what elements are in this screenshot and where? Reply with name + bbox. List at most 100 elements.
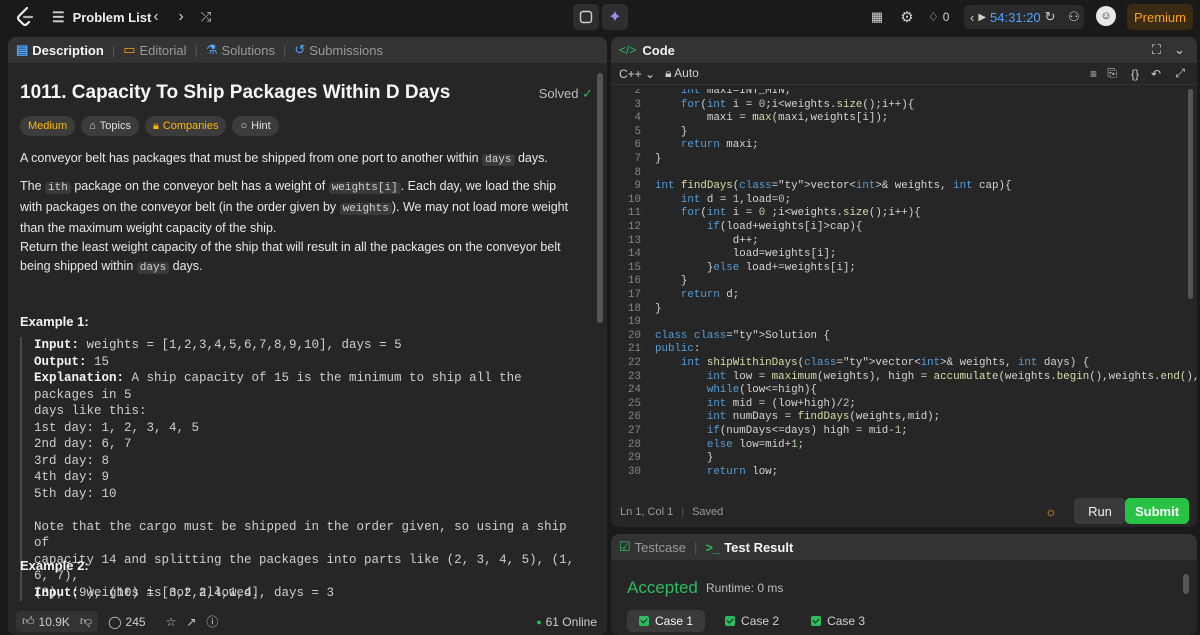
example-1-box: Input: weights = [1,2,3,4,5,6,7,8,9,10],… [20,337,580,601]
lock-icon: 🔒︎ [152,119,159,132]
code-panel: </> Code ⛶ ⌄ C++ ⌄ 🔒︎ Auto ≡ ⎘ {} ↶ ⤢ 2 … [611,37,1197,527]
case-tabs: Case 1 Case 2 Case 3 [627,610,877,632]
settings-gear-icon[interactable]: ⚙ [896,6,918,28]
line-number: 9 [634,180,641,193]
premium-button[interactable]: Premium [1127,4,1193,30]
line-text: int findDays(class="ty">vector<int>& wei… [655,180,1012,193]
online-label: 61 Online [545,614,597,629]
line-number: 25 [628,397,641,410]
problem-list-button[interactable]: ☰ Problem List [52,8,151,26]
problem-title[interactable]: 1011. Capacity To Ship Packages Within D… [20,82,450,104]
line-number: 15 [628,261,641,274]
case-label: Case 3 [827,614,866,628]
thumbs-down-icon[interactable]: 👎︎ [80,614,92,629]
next-problem-icon[interactable]: › [170,6,192,28]
fullscreen-icon[interactable]: ⛶ [1152,42,1161,58]
tab-submissions[interactable]: ↺ Submissions [294,42,383,58]
case-1-tab[interactable]: Case 1 [627,610,706,632]
reset-icon[interactable]: ↻ [1045,9,1056,25]
autocomplete-toggle[interactable]: 🔒︎ Auto [665,66,699,81]
line-text: while(low<=high){ [706,384,818,397]
companies-chip[interactable]: 🔒︎ Companies [144,116,227,136]
like-count: 10.9K [38,614,70,629]
tab-editorial[interactable]: ▭ Editorial [123,42,186,58]
line-number: 5 [634,125,641,138]
line-number: 4 [634,112,641,125]
desc-text: The [20,179,42,193]
hint-chip[interactable]: ○ Hint [232,116,279,136]
add-friend-icon[interactable]: ⚇ [1063,6,1085,28]
code-header: </> Code ⛶ ⌄ [611,37,1197,63]
submit-button[interactable]: Submit [1125,498,1189,524]
description-panel: ▤ Description | ▭ Editorial | ⚗ Solution… [8,37,607,635]
input-label: Input: [34,586,80,600]
line-number: 18 [628,302,641,315]
line-text: if(load+weights[i]>cap){ [706,221,863,233]
expand-icon[interactable]: ⤢ [1175,66,1185,81]
difficulty-chip[interactable]: Medium [20,116,76,136]
code-editor[interactable]: 2 int maxi=INT_MIN; 3 for(int i = 0;i<wei… [611,89,1197,497]
line-number: 20 [628,329,641,342]
case-3-tab[interactable]: Case 3 [799,610,877,632]
debug-icon[interactable]: ☼ [1045,504,1057,519]
tab-test-result-label: Test Result [724,539,794,555]
tab-test-result[interactable]: >_ Test Result [705,540,793,555]
run-button[interactable]: Run [1074,498,1126,524]
tab-testcase[interactable]: ☑ Testcase [619,539,686,555]
line-text: } [655,153,662,165]
line-text: } [655,125,688,138]
code-scrollbar[interactable] [1188,89,1193,299]
topics-chip[interactable]: ⌂ Topics [81,116,139,136]
leetcode-logo-icon[interactable] [14,7,36,27]
line-text: public: [655,343,701,356]
desc-text: A conveyor belt has packages that must b… [20,151,479,165]
braces-icon[interactable]: {} [1131,67,1139,81]
bookmark-icon[interactable]: ⎘ [1107,66,1117,81]
line-number: 2 [634,89,641,97]
line-text: d++; [655,234,759,247]
comment-icon: ◯ [108,614,122,629]
help-icon[interactable]: ⓘ [206,613,218,630]
notes-icon[interactable] [573,4,599,30]
result-status: Accepted [627,578,698,597]
undo-icon[interactable]: ↶ [1151,67,1161,81]
explanation-value: A ship capacity of 15 is the minimum to … [34,371,575,600]
code-toolbar: C++ ⌄ 🔒︎ Auto ≡ ⎘ {} ↶ ⤢ [611,63,1197,85]
ai-sparkle-icon[interactable]: ✦ [602,4,628,30]
shuffle-icon[interactable]: ⤮ [195,6,217,28]
desc-text: days. [172,259,203,273]
description-scrollbar[interactable] [597,73,603,323]
top-bar: ☰ Problem List ‹ › ⤮ ✦ ▦ ⚙ ♢ 0 ‹ ▶ 54:31… [0,0,1200,34]
avatar[interactable]: ☺ [1096,6,1116,26]
terminal-icon: >_ [705,539,721,555]
line-number: 6 [634,139,641,152]
collapse-icon[interactable]: ⌄ [1174,42,1185,58]
tag-icon: ⌂ [89,120,96,132]
thumbs-up-icon: 👍︎ [22,614,35,628]
pass-check-icon [811,616,822,626]
prev-problem-icon[interactable]: ‹ [145,6,167,28]
output-value: 15 [86,354,110,369]
line-number: 14 [628,248,641,261]
auto-label: Auto [674,66,699,80]
format-icon[interactable]: ≡ [1090,67,1097,81]
tab-solutions[interactable]: ⚗ Solutions [206,42,275,58]
comments-button[interactable]: ◯ 245 [108,615,145,629]
tab-description[interactable]: ▤ Description [16,42,104,58]
explanation-label: Explanation: [34,371,125,385]
inline-code: days [136,262,170,274]
streak-counter[interactable]: ♢ 0 [928,8,949,26]
layout-grid-icon[interactable]: ▦ [866,6,888,28]
description-paragraph-2: The ith package on the conveyor belt has… [20,177,580,238]
share-icon[interactable]: ↗ [186,615,196,629]
inline-code: days [482,154,515,166]
star-icon[interactable]: ☆ [166,615,177,629]
play-icon[interactable]: ▶ [978,12,986,23]
language-select[interactable]: C++ ⌄ [619,67,655,81]
example-2-heading: Example 2: [20,558,89,573]
runtime-label: Runtime: 0 ms [706,581,784,595]
result-scrollbar[interactable] [1183,574,1189,594]
like-button[interactable]: 👍︎ 10.9K 👎︎ [16,611,99,632]
chevron-left-icon[interactable]: ‹ [970,10,974,25]
case-2-tab[interactable]: Case 2 [713,610,791,632]
